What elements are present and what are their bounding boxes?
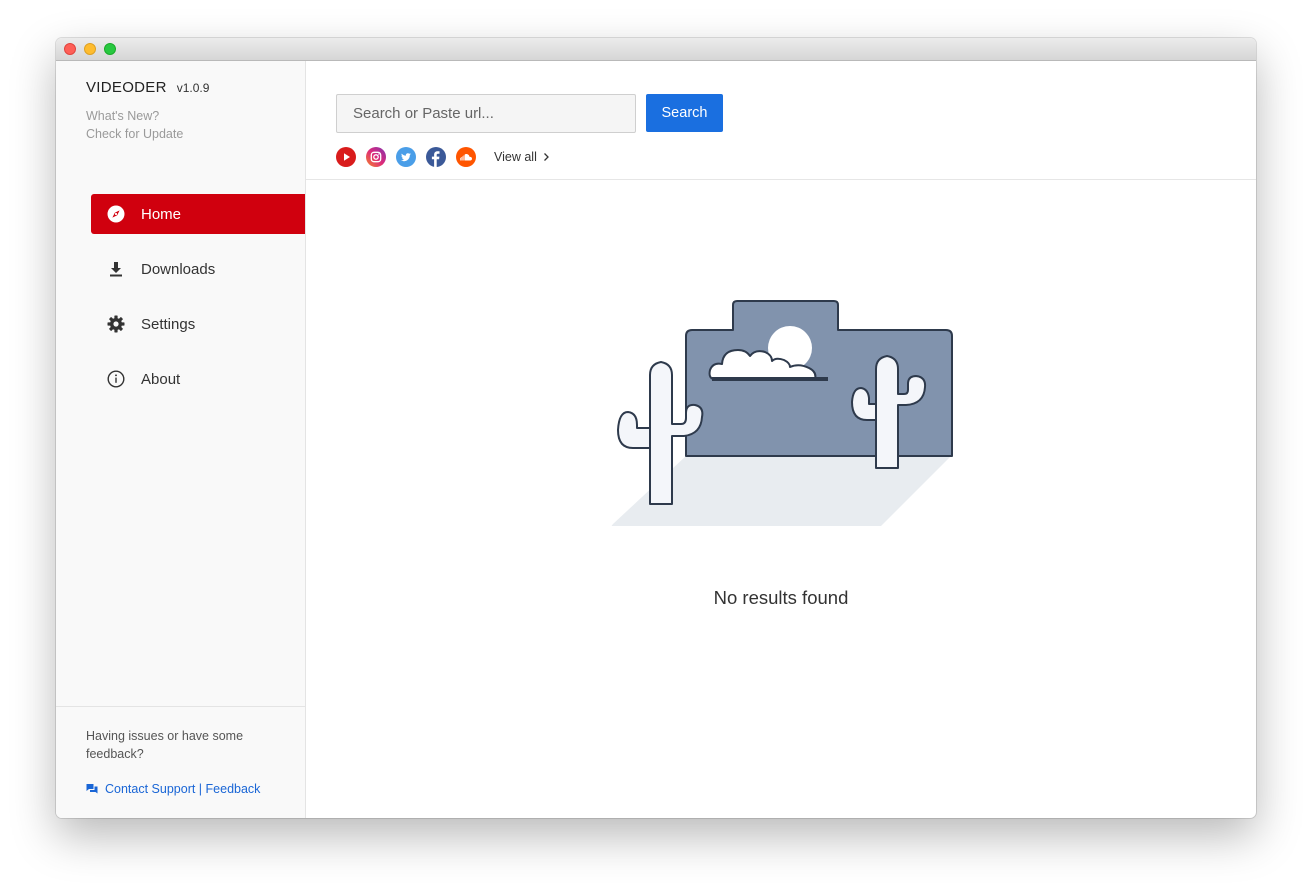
sidebar: VIDEODER v1.0.9 What's New? Check for Upd…: [56, 61, 306, 818]
search-input[interactable]: [336, 94, 636, 133]
facebook-icon[interactable]: [426, 147, 446, 167]
nav-item-home[interactable]: Home: [91, 194, 305, 234]
nav-label-home: Home: [141, 205, 182, 223]
contact-support-link[interactable]: Contact Support | Feedback: [86, 782, 260, 796]
instagram-icon[interactable]: [366, 147, 386, 167]
nav-item-about[interactable]: About: [91, 359, 305, 399]
nav-label-about: About: [141, 370, 181, 388]
nav-label-settings: Settings: [141, 315, 196, 333]
search-button[interactable]: Search: [646, 94, 723, 132]
view-all-label: View all: [494, 150, 537, 164]
app-name: VIDEODER: [86, 79, 167, 96]
compass-icon: [107, 205, 125, 223]
maximize-window-button[interactable]: [104, 43, 116, 55]
contact-support-label: Contact Support | Feedback: [105, 782, 261, 796]
desert-cactus-illustration: [611, 300, 953, 526]
info-icon: [107, 370, 125, 388]
app-version: v1.0.9: [176, 81, 210, 95]
nav-label-downloads: Downloads: [141, 260, 216, 278]
youtube-icon[interactable]: [336, 147, 356, 167]
app-brand: VIDEODER v1.0.9: [86, 79, 209, 96]
nav-item-downloads[interactable]: Downloads: [91, 249, 305, 289]
no-results-message: No results found: [713, 587, 849, 608]
chat-icon: [86, 783, 98, 795]
gear-icon: [107, 315, 125, 333]
check-for-update-link[interactable]: Check for Update: [86, 127, 183, 141]
app-window: VIDEODER v1.0.9 What's New? Check for Upd…: [56, 38, 1256, 818]
main-panel: Search View all: [306, 61, 1256, 818]
toolbar-divider: [306, 179, 1256, 180]
chevron-right-icon: [543, 153, 549, 161]
minimize-window-button[interactable]: [84, 43, 96, 55]
soundcloud-icon[interactable]: [456, 147, 476, 167]
whats-new-link[interactable]: What's New?: [86, 109, 159, 123]
twitter-icon[interactable]: [396, 147, 416, 167]
title-bar[interactable]: [56, 38, 1256, 61]
feedback-prompt: Having issues or have some feedback?: [86, 729, 244, 761]
download-icon: [107, 260, 125, 278]
view-all-link[interactable]: View all: [494, 150, 550, 164]
supported-services: View all: [336, 147, 550, 167]
sidebar-divider: [56, 706, 305, 707]
close-window-button[interactable]: [64, 43, 76, 55]
nav-item-settings[interactable]: Settings: [91, 304, 305, 344]
